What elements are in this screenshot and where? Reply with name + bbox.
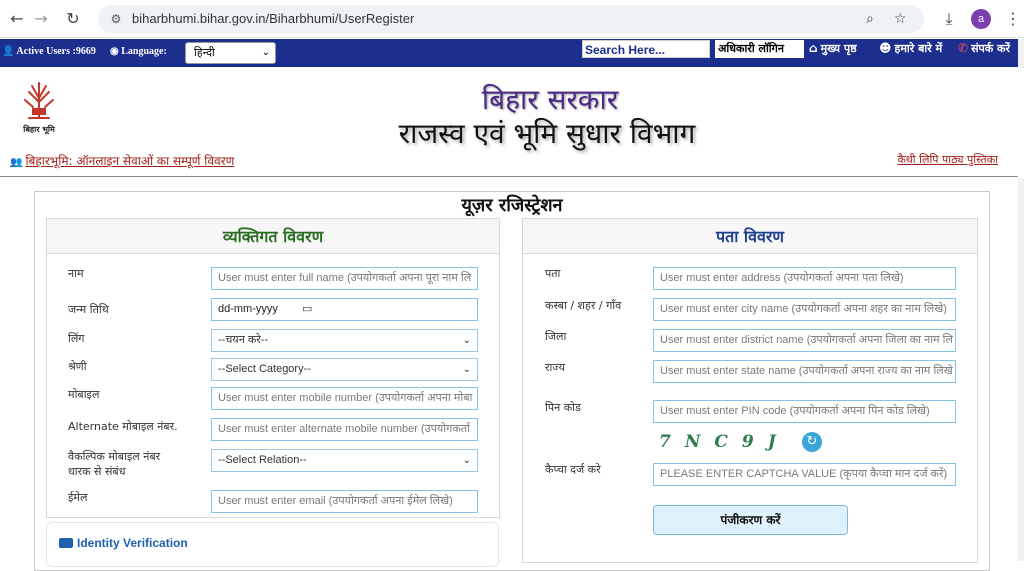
zoom-icon[interactable]: ⌕ xyxy=(866,11,874,27)
category-select[interactable]: --Select Category-- ⌄ xyxy=(211,358,478,381)
identity-verification-panel: Identity Verification xyxy=(46,522,499,567)
globe-icon: ◉ xyxy=(110,46,119,57)
city-input[interactable]: User must enter city name (उपयोगकर्ता अप… xyxy=(653,298,956,321)
home-icon: ⌂ xyxy=(809,41,818,55)
people-icon: 👥 xyxy=(10,157,23,168)
home-link[interactable]: ⌂ मुख्य पृष्ठ xyxy=(809,41,857,56)
captcha-label: कैप्चा दर्ज करे xyxy=(545,463,601,476)
header-divider xyxy=(0,176,1018,177)
gender-select[interactable]: --चयन करे-- ⌄ xyxy=(211,329,478,352)
chevron-down-icon: ⌄ xyxy=(462,364,471,375)
address-input[interactable]: User must enter address (उपयोगकर्ता अपना… xyxy=(653,267,956,290)
language-label: ◉ Language: xyxy=(110,46,167,57)
email-label: ईमेल xyxy=(68,491,88,504)
relation-label-line2: धारक से संबंध xyxy=(68,465,126,478)
address-details-heading: पता विवरण xyxy=(523,219,977,254)
dob-input[interactable]: dd-mm-yyyy ▭ xyxy=(211,298,478,321)
dob-label: जन्म तिथि xyxy=(68,303,109,316)
browser-toolbar: ← → ↻ ⚙ biharbhumi.bihar.gov.in/Biharbhu… xyxy=(0,0,1024,38)
phone-icon: ✆ xyxy=(958,41,969,55)
back-arrow-icon[interactable]: ← xyxy=(6,8,28,30)
state-input[interactable]: User must enter state name (उपयोगकर्ता अ… xyxy=(653,360,956,383)
address-label: पता xyxy=(545,267,561,280)
top-nav-bar: 👤 Active Users :9669 ◉ Language: हिन्दी … xyxy=(0,39,1024,67)
bookmark-star-icon[interactable]: ☆ xyxy=(894,11,907,27)
pin-label: पिन कोड xyxy=(545,401,581,414)
mobile-label: मोबाइल xyxy=(68,388,100,401)
active-users: 👤 Active Users :9669 xyxy=(2,46,96,57)
calendar-icon[interactable]: ▭ xyxy=(302,299,312,320)
alt-mobile-input[interactable]: User must enter alternate mobile number … xyxy=(211,418,478,441)
district-label: जिला xyxy=(545,330,567,343)
menu-dots-icon[interactable]: ⋮ xyxy=(1002,8,1024,30)
name-input[interactable]: User must enter full name (उपयोगकर्ता अप… xyxy=(211,267,478,290)
captcha-input[interactable]: PLEASE ENTER CAPTCHA VALUE (कृपया कैप्चा… xyxy=(653,463,956,486)
forward-arrow-icon[interactable]: → xyxy=(30,8,52,30)
site-info-icon[interactable]: ⚙ xyxy=(108,11,124,27)
contact-link[interactable]: ✆ संपर्क करें xyxy=(958,41,1010,56)
people-icon: ☻ xyxy=(879,41,892,55)
download-icon[interactable]: ⤓ xyxy=(938,8,960,30)
active-users-count: 9669 xyxy=(75,46,96,57)
page-title-govt: बिहार सरकार xyxy=(481,83,619,116)
search-input[interactable]: Search Here... xyxy=(582,40,710,58)
chevron-down-icon: ⌄ xyxy=(261,47,270,58)
form-title: यूज़र रजिस्ट्रेशन xyxy=(461,195,563,216)
chevron-down-icon: ⌄ xyxy=(462,335,471,346)
language-select[interactable]: हिन्दी ⌄ xyxy=(185,42,276,64)
id-card-icon xyxy=(59,538,73,548)
officer-login-select[interactable]: अधिकारी लॉगिन xyxy=(715,40,804,58)
alt-mobile-label: Alternate मोबाइल नंबर. xyxy=(68,420,178,433)
relation-label-line1: वैकल्पिक मोबाइल नंबर xyxy=(68,450,161,463)
relation-select[interactable]: --Select Relation-- ⌄ xyxy=(211,449,478,472)
pin-input[interactable]: User must enter PIN code (उपयोगकर्ता अपन… xyxy=(653,400,956,423)
refresh-captcha-icon[interactable]: ↻ xyxy=(802,432,822,452)
page-title-department: राजस्व एवं भूमि सुधार विभाग xyxy=(398,117,696,150)
chevron-down-icon: ⌄ xyxy=(462,455,471,466)
name-label: नाम xyxy=(68,267,84,280)
user-icon: 👤 xyxy=(2,46,15,57)
profile-avatar[interactable]: a xyxy=(971,9,991,29)
email-input[interactable]: User must enter email (उपयोगकर्ता अपना ई… xyxy=(211,490,478,513)
personal-details-heading: व्यक्तिगत विवरण xyxy=(47,219,499,254)
site-header: बिहार भूमि बिहार सरकार राजस्व एवं भूमि स… xyxy=(0,68,1024,178)
url-text: biharbhumi.bihar.gov.in/Biharbhumi/UserR… xyxy=(132,11,415,26)
address-bar[interactable]: ⚙ biharbhumi.bihar.gov.in/Biharbhumi/Use… xyxy=(98,5,924,33)
identity-verification-heading: Identity Verification xyxy=(59,536,188,550)
state-label: राज्य xyxy=(545,361,566,374)
city-label: कस्बा / शहर / गाँव xyxy=(545,299,622,312)
about-link[interactable]: ☻ हमारे बारे में xyxy=(879,41,942,56)
captcha-image: 7NC9J xyxy=(659,432,790,452)
gender-label: लिंग xyxy=(68,332,85,345)
reload-icon[interactable]: ↻ xyxy=(62,8,84,30)
mobile-input[interactable]: User must enter mobile number (उपयोगकर्त… xyxy=(211,387,478,410)
category-label: श्रेणी xyxy=(68,360,87,373)
online-services-link[interactable]: 👥 बिहारभूमि: ऑनलाइन सेवाओं का सम्पूर्ण वि… xyxy=(10,152,234,169)
kaithi-script-link[interactable]: कैथी लिपि पाठ्य पुस्तिका xyxy=(897,152,998,167)
register-button[interactable]: पंजीकरण करें xyxy=(653,505,848,535)
district-input[interactable]: User must enter district name (उपयोगकर्त… xyxy=(653,329,956,352)
